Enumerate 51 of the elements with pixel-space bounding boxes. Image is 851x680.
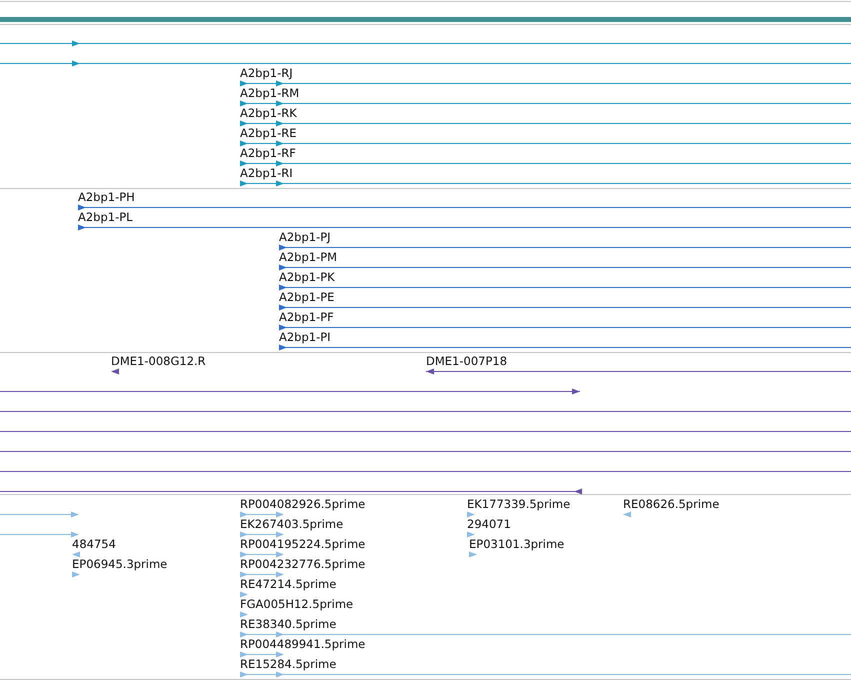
feature-label: A2bp1-PL: [78, 210, 133, 224]
feature-glyph[interactable]: [0, 40, 851, 46]
feature-label: A2bp1-RM: [240, 86, 300, 100]
feature-label: RP004232776.5prime: [240, 557, 366, 571]
feature-glyph[interactable]: [0, 488, 582, 494]
feature-label: A2bp1-PK: [279, 270, 335, 284]
feature-label: A2bp1-PM: [279, 250, 338, 264]
feature-glyph[interactable]: [0, 60, 851, 66]
feature-glyph[interactable]: [240, 120, 851, 126]
feature-label: DME1-008G12.R: [111, 354, 206, 368]
feature-glyph[interactable]: [278, 304, 851, 310]
feature-label: A2bp1-RF: [240, 146, 296, 160]
feature-glyph[interactable]: [111, 368, 119, 374]
feature-glyph[interactable]: [78, 204, 851, 210]
feature-glyph[interactable]: [240, 140, 851, 146]
feature-glyph[interactable]: [278, 244, 851, 250]
feature-label: A2bp1-PE: [279, 290, 334, 304]
feature-glyph[interactable]: [278, 284, 851, 290]
feature-label: EP03101.3prime: [469, 537, 564, 551]
feature-label: A2bp1-PJ: [279, 230, 331, 244]
feature-glyph[interactable]: [240, 80, 851, 86]
feature-label: RE15284.5prime: [240, 657, 336, 671]
feature-label: RE08626.5prime: [623, 497, 720, 511]
feature-label: A2bp1-PI: [279, 330, 331, 344]
feature-label: A2bp1-RK: [240, 106, 297, 120]
feature-glyph[interactable]: [240, 160, 851, 166]
feature-glyph[interactable]: [278, 324, 851, 330]
feature-glyph[interactable]: [278, 344, 851, 350]
feature-label: RP004195224.5prime: [240, 537, 366, 551]
feature-label: RP004489941.5prime: [240, 637, 366, 651]
feature-label: 294071: [467, 517, 511, 531]
feature-label: RE38340.5prime: [240, 617, 336, 631]
feature-label: EP06945.3prime: [72, 557, 168, 571]
feature-label: FGA005H12.5prime: [240, 597, 354, 611]
feature-label: RE47214.5prime: [240, 577, 336, 591]
feature-label: A2bp1-PF: [279, 310, 334, 324]
feature-label: 484754: [72, 537, 116, 551]
feature-label: EK267403.5prime: [240, 517, 344, 531]
feature-glyph[interactable]: [78, 224, 851, 230]
feature-label: A2bp1-RE: [240, 126, 297, 140]
feature-glyph[interactable]: [426, 368, 851, 374]
feature-label: A2bp1-RJ: [240, 66, 293, 80]
feature-label: A2bp1-RI: [240, 166, 293, 180]
feature-glyph[interactable]: [240, 100, 851, 106]
feature-label: DME1-007P18: [426, 354, 508, 368]
feature-label: RP004082926.5prime: [240, 497, 366, 511]
feature-glyph[interactable]: [278, 264, 851, 270]
feature-glyph[interactable]: [240, 180, 851, 186]
feature-glyph[interactable]: [0, 388, 580, 394]
feature-label: A2bp1-PH: [78, 190, 135, 204]
feature-label: EK177339.5prime: [467, 497, 570, 511]
